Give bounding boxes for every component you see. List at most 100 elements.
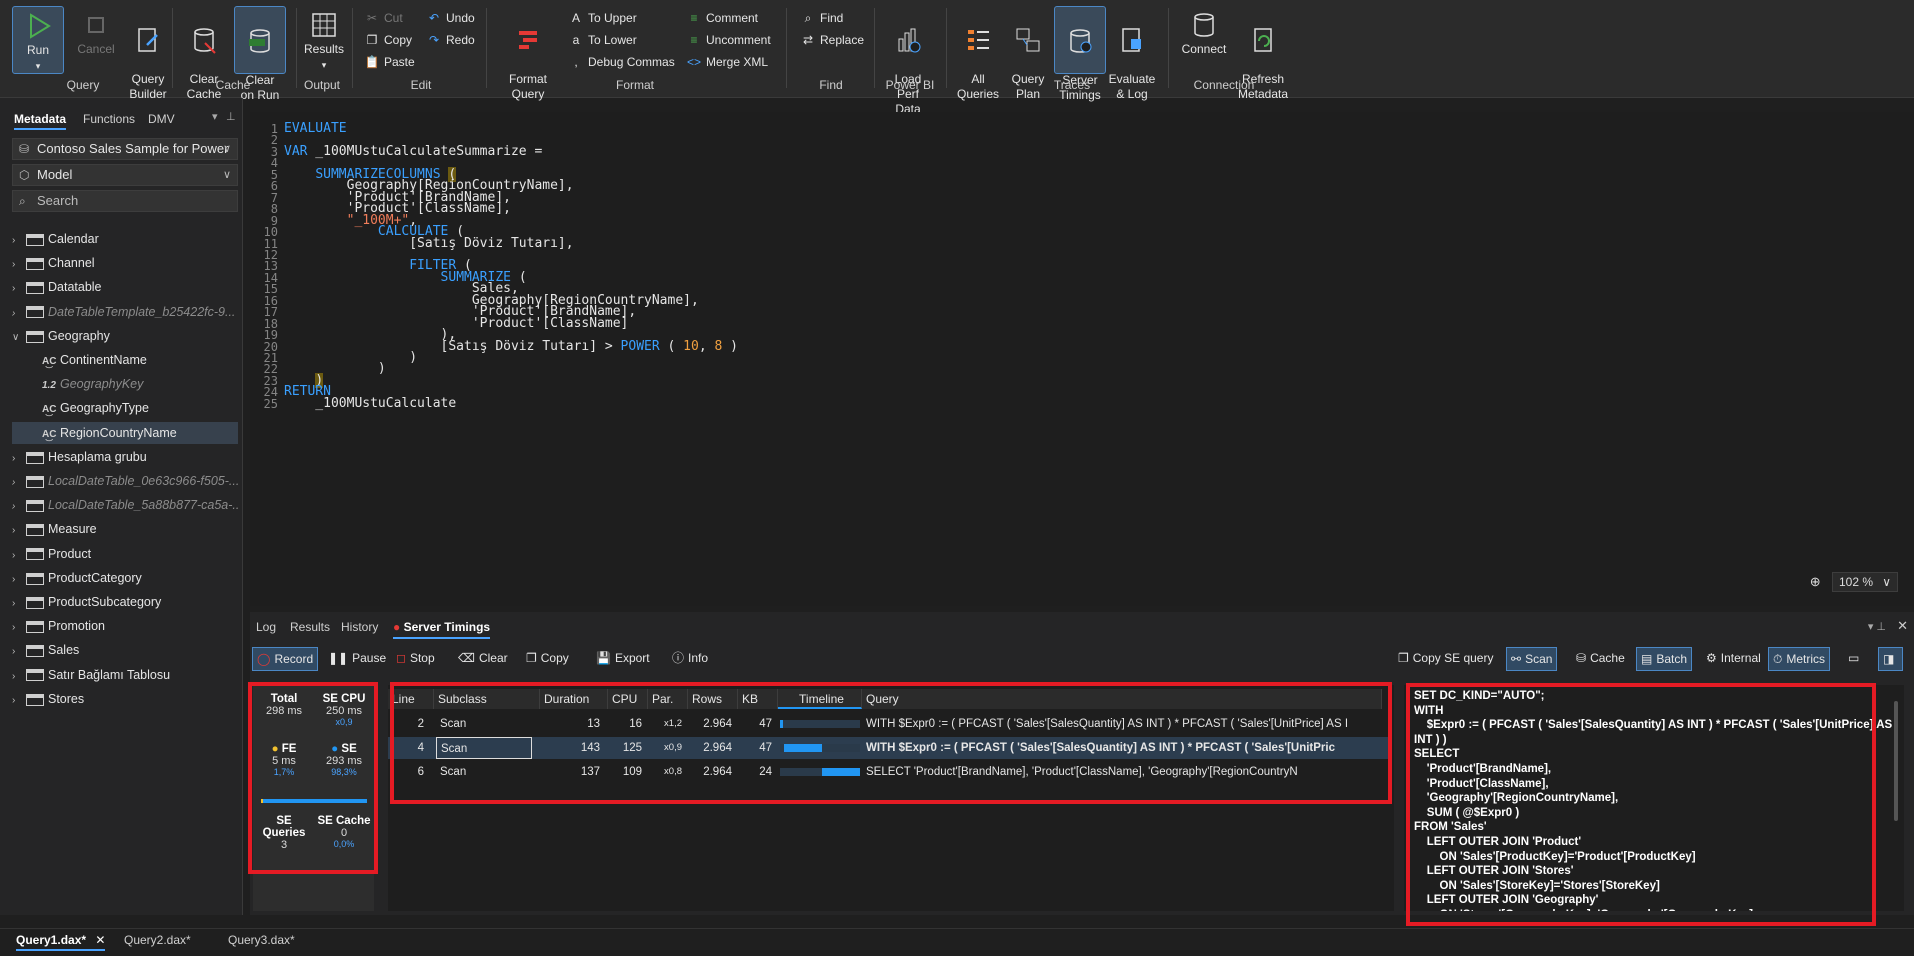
model-selector[interactable]: ⬡ Model ∨ <box>12 164 238 186</box>
stop-button[interactable]: ◻ Stop <box>392 647 439 671</box>
cut-button[interactable]: ✂ Cut <box>364 8 403 28</box>
chevron-right-icon[interactable]: › <box>12 472 26 492</box>
zoom-combo[interactable]: 102 % ∨ <box>1832 572 1898 592</box>
tree-column-item[interactable]: 1.2 GeographyKey <box>12 373 238 395</box>
chevron-right-icon[interactable]: › <box>12 690 26 710</box>
redo-button[interactable]: ↷ Redo <box>426 30 475 50</box>
chevron-right-icon[interactable]: › <box>12 230 26 250</box>
chevron-right-icon[interactable]: › <box>12 593 26 613</box>
tree-table-item[interactable]: › Channel <box>12 252 238 274</box>
chevron-right-icon[interactable]: › <box>12 303 26 323</box>
zoom-control[interactable]: ⊕ 102 % ∨ <box>1810 572 1898 592</box>
chevron-right-icon[interactable]: › <box>12 666 26 686</box>
tree-column-item[interactable]: A͜C RegionCountryName <box>12 421 238 444</box>
layout-horizontal-button[interactable]: ▭ <box>1844 647 1867 671</box>
chevron-right-icon[interactable]: › <box>12 641 26 661</box>
connect-button[interactable]: Connect <box>1178 6 1230 74</box>
metrics-toggle[interactable]: ⏱ Metrics <box>1768 647 1831 671</box>
doc-tab-query2[interactable]: Query2.dax* <box>124 933 191 947</box>
uncomment-button[interactable]: ≡ Uncomment <box>686 30 770 50</box>
tree-table-item[interactable]: › DateTableTemplate_b25422fc-9... <box>12 301 238 323</box>
tree-column-item[interactable]: A͜C GeographyType <box>12 397 238 419</box>
scan-toggle[interactable]: ⚯ Scan <box>1506 647 1558 671</box>
tree-table-item[interactable]: › Datatable <box>12 276 238 298</box>
chevron-right-icon[interactable]: › <box>12 448 26 468</box>
server-timings-button[interactable]: Server Timings <box>1054 6 1106 102</box>
merge-xml-button[interactable]: <> Merge XML <box>686 52 768 72</box>
evaluate-log-button[interactable]: Evaluate & Log <box>1106 6 1158 101</box>
close-icon[interactable]: ✕ <box>1897 618 1908 634</box>
tree-table-item[interactable]: › Sales <box>12 639 238 661</box>
code-editor[interactable]: 1 EVALUATE 2 3 VAR _100MUstuCalculateSummari… <box>250 112 1914 606</box>
chevron-right-icon[interactable]: › <box>12 545 26 565</box>
all-queries-button[interactable]: All Queries <box>952 6 1004 101</box>
tree-table-item[interactable]: › ProductSubcategory <box>12 591 238 613</box>
undo-button[interactable]: ↶ Undo <box>426 8 475 28</box>
cache-toggle[interactable]: ⛁ Cache <box>1572 647 1629 671</box>
database-selector[interactable]: ⛁ Contoso Sales Sample for Power ∨ <box>12 138 238 160</box>
tree-table-item[interactable]: › Hesaplama grubu <box>12 446 238 468</box>
clear-cache-button[interactable]: Clear Cache <box>178 6 230 101</box>
panel-menu-icon[interactable]: ▾ ⊥ <box>1868 620 1886 633</box>
tab-server-timings[interactable]: ● Server Timings <box>393 620 491 639</box>
export-button[interactable]: 💾 Export <box>592 647 654 671</box>
chevron-right-icon[interactable]: › <box>12 278 26 298</box>
format-query-button[interactable]: Format Query <box>502 6 554 101</box>
tab-functions[interactable]: Functions <box>83 112 135 126</box>
chevron-right-icon[interactable]: › <box>12 496 26 516</box>
tree-table-item[interactable]: › ProductCategory <box>12 567 238 589</box>
refresh-metadata-button[interactable]: Refresh Metadata <box>1234 6 1292 101</box>
copy-se-query-button[interactable]: ❐ Copy SE query <box>1394 647 1497 671</box>
paste-button[interactable]: 📋 Paste <box>364 52 415 72</box>
debug-commas-button[interactable]: , Debug Commas <box>568 52 674 72</box>
record-button[interactable]: ◯ Record <box>252 647 319 671</box>
batch-toggle[interactable]: ▤ Batch <box>1636 647 1693 671</box>
chevron-right-icon[interactable]: › <box>12 569 26 589</box>
chevron-down-icon[interactable]: ∨ <box>12 327 26 347</box>
find-button[interactable]: ⌕ Find <box>800 8 844 28</box>
query-builder-button[interactable]: Query Builder <box>122 6 174 101</box>
query-plan-button[interactable]: Query Plan <box>1002 6 1054 101</box>
panel-menu-icon[interactable]: ▾ <box>212 110 218 123</box>
close-icon[interactable]: ✕ <box>95 933 105 947</box>
tree-table-item[interactable]: › Measure <box>12 518 238 540</box>
clear-on-run-button[interactable]: Clear on Run <box>234 6 286 102</box>
tree-table-item[interactable]: › LocalDateTable_0e63c966-f505-... <box>12 470 238 492</box>
comment-button[interactable]: ≡ Comment <box>686 8 758 28</box>
layout-vertical-button[interactable]: ◨ <box>1878 647 1904 671</box>
pause-button[interactable]: ❚❚ Pause <box>324 647 390 671</box>
tree-table-item[interactable]: › Calendar <box>12 228 238 250</box>
to-lower-button[interactable]: a To Lower <box>568 30 637 50</box>
copy-button[interactable]: ❐ Copy <box>364 30 412 50</box>
tree-table-item[interactable]: › Stores <box>12 688 238 710</box>
to-upper-button[interactable]: A To Upper <box>568 8 637 28</box>
tree-table-item[interactable]: › LocalDateTable_5a88b877-ca5a-... <box>12 494 238 516</box>
doc-tab-query1[interactable]: Query1.dax* ✕ <box>16 933 106 951</box>
cancel-button[interactable]: Cancel <box>70 6 122 74</box>
tree-column-item[interactable]: A͜C ContinentName <box>12 349 238 371</box>
replace-button[interactable]: ⇄ Replace <box>800 30 864 50</box>
clear-button[interactable]: ⌫ Clear <box>454 647 512 671</box>
tree-table-item[interactable]: › Product <box>12 543 238 565</box>
info-button[interactable]: ⓘ Info <box>668 647 712 671</box>
results-button[interactable]: Results ▾ <box>298 6 350 74</box>
tree-table-item[interactable]: › Satır Bağlamı Tablosu <box>12 664 238 686</box>
internal-toggle[interactable]: ⚙ Internal <box>1702 647 1765 671</box>
run-button[interactable]: Run ▾ <box>12 6 64 74</box>
load-perf-data-button[interactable]: Load Perf Data <box>882 6 934 116</box>
tree-table-item[interactable]: › Promotion <box>12 615 238 637</box>
search-input[interactable]: ⌕ Search <box>12 190 238 212</box>
chevron-right-icon[interactable]: › <box>12 254 26 274</box>
tab-history[interactable]: History <box>341 620 378 634</box>
pin-icon[interactable]: ⊥ <box>226 110 236 123</box>
tree-table-item[interactable]: ∨ Geography <box>12 325 238 347</box>
copy-button[interactable]: ❐ Copy <box>522 647 573 671</box>
scrollbar[interactable] <box>1894 701 1898 821</box>
tab-dmv[interactable]: DMV <box>148 112 175 126</box>
tab-log[interactable]: Log <box>256 620 276 634</box>
chevron-right-icon[interactable]: › <box>12 617 26 637</box>
doc-tab-query3[interactable]: Query3.dax* <box>228 933 295 947</box>
tab-results[interactable]: Results <box>290 620 330 634</box>
chevron-right-icon[interactable]: › <box>12 520 26 540</box>
tab-metadata[interactable]: Metadata <box>14 112 67 130</box>
